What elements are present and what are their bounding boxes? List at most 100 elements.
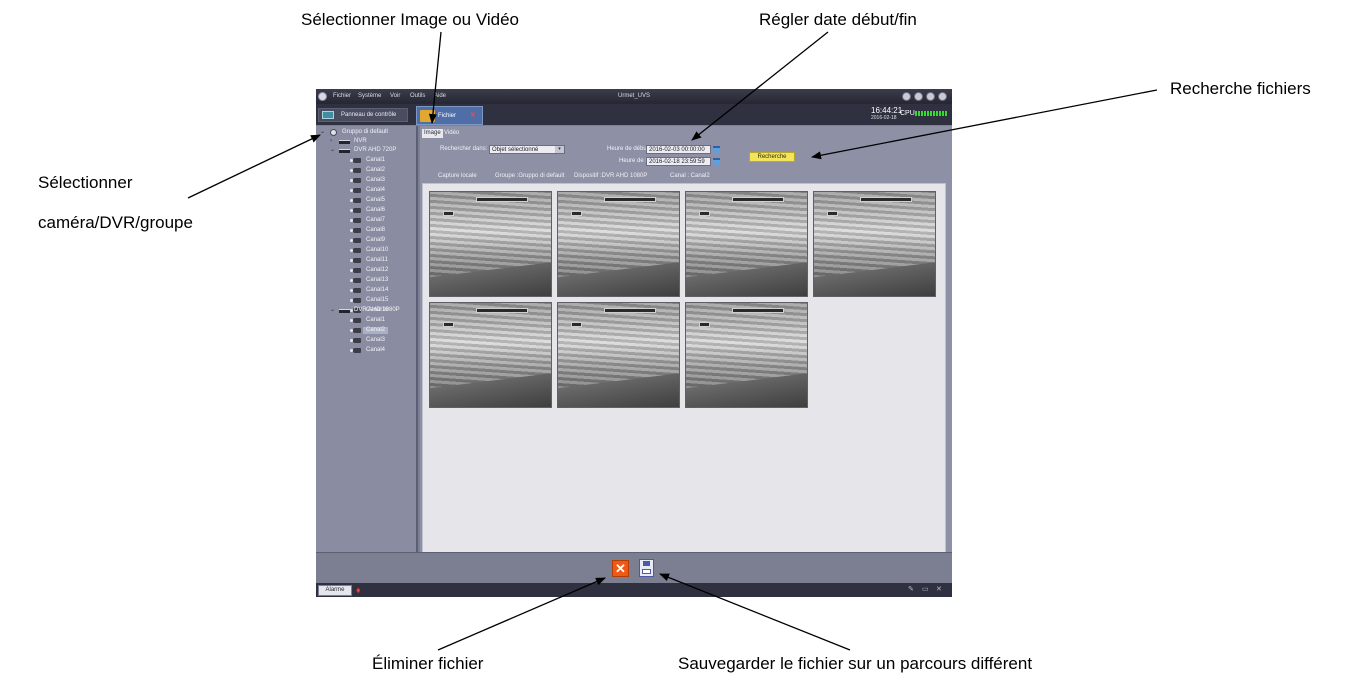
callout-search-files: Recherche fichiers: [1170, 79, 1311, 98]
tree-node-channel[interactable]: Canal11: [316, 257, 416, 265]
tree-label-channel: Canal11: [366, 257, 388, 263]
alarm-tab[interactable]: Alarme: [318, 585, 352, 596]
calendar-icon[interactable]: [713, 158, 720, 165]
tree-node-dvr-1080p[interactable]: ⌄ DVR AHD 1080P: [316, 307, 416, 315]
camera-icon: [350, 198, 361, 203]
camera-icon: [350, 158, 361, 163]
tab-panneau-de-controle[interactable]: Panneau de contrôle: [318, 108, 408, 122]
menu-fichier[interactable]: Fichier: [333, 93, 351, 99]
app-logo-icon[interactable]: [318, 92, 327, 101]
tree-label-channel: Canal3: [366, 177, 386, 183]
tab-video[interactable]: Vidéo: [442, 129, 461, 138]
tree-node-channel[interactable]: Canal1: [316, 157, 416, 165]
chevron-down-icon[interactable]: ▾: [555, 146, 564, 153]
tree-node-channel[interactable]: Canal14: [316, 287, 416, 295]
tree-node-channel[interactable]: Canal12: [316, 267, 416, 275]
tree-node-channel[interactable]: Canal4: [316, 347, 416, 355]
device-tree: ⌄ Gruppo di default › NVR ⌄ DVR AHD 720P…: [316, 126, 418, 552]
timestamp-overlay: [476, 308, 528, 313]
tree-node-channel[interactable]: Canal4: [316, 187, 416, 195]
start-time-field[interactable]: 2016-02-03 00:00:00: [646, 145, 711, 154]
close-icon[interactable]: ✕: [936, 586, 942, 594]
chevron-right-icon[interactable]: ›: [330, 138, 332, 145]
pin-icon[interactable]: ✎: [908, 586, 914, 594]
calendar-icon[interactable]: [713, 146, 720, 153]
tree-label-channel: Canal13: [366, 277, 389, 283]
channel-overlay: [571, 322, 582, 327]
camera-icon: [350, 258, 361, 263]
chevron-down-icon[interactable]: ⌄: [330, 307, 335, 314]
tree-node-channel[interactable]: Canal1: [316, 317, 416, 325]
channel-overlay: [443, 322, 454, 327]
timestamp-overlay: [732, 197, 784, 202]
tree-node-channel[interactable]: Canal2: [316, 167, 416, 175]
chevron-down-icon[interactable]: ⌄: [330, 147, 335, 154]
search-in-value: Objet sélectionné: [492, 147, 539, 153]
clock-date: 2016-02-18: [871, 115, 897, 121]
camera-icon: [350, 188, 361, 193]
module-tab-bar: Panneau de contrôle Fichier ✖ 16:44:21 2…: [316, 104, 952, 125]
search-button[interactable]: Recherche: [749, 152, 795, 162]
image-thumbnail[interactable]: [557, 191, 680, 297]
tree-label-dvr-720p: DVR AHD 720P: [354, 147, 397, 153]
thumbnail-floor: [430, 373, 551, 407]
menu-systeme[interactable]: Système: [358, 93, 381, 99]
tree-node-channel[interactable]: Canal15: [316, 297, 416, 305]
tree-node-channel[interactable]: Canal7: [316, 217, 416, 225]
tree-node-group[interactable]: ⌄ Gruppo di default: [316, 129, 416, 137]
tree-node-channel[interactable]: Canal5: [316, 197, 416, 205]
thumbnail-floor: [430, 262, 551, 296]
image-thumbnail[interactable]: [557, 302, 680, 408]
thumbnail-floor: [814, 262, 935, 296]
tree-node-channel[interactable]: Canal10: [316, 247, 416, 255]
tree-label-channel: Canal4: [366, 187, 386, 193]
save-icon: [643, 561, 650, 566]
menu-outils[interactable]: Outils: [410, 93, 425, 99]
tree-node-channel[interactable]: Canal2: [316, 327, 416, 335]
minimize-icon[interactable]: [914, 92, 923, 101]
tree-node-dvr-720p[interactable]: ⌄ DVR AHD 720P: [316, 147, 416, 155]
tree-node-channel[interactable]: Canal3: [316, 337, 416, 345]
thumbnail-floor: [686, 262, 807, 296]
tab-fichier[interactable]: Fichier ✖: [416, 106, 483, 125]
image-thumbnail[interactable]: [429, 302, 552, 408]
save-file-button[interactable]: [639, 559, 654, 577]
lock-icon[interactable]: [902, 92, 911, 101]
delete-file-button[interactable]: ✕: [612, 560, 629, 577]
menu-aide[interactable]: Aide: [434, 93, 446, 99]
tree-node-channel[interactable]: Canal9: [316, 237, 416, 245]
callout-set-dates: Régler date début/fin: [759, 10, 917, 29]
tree-label-channel: Canal8: [366, 227, 386, 233]
image-thumbnail[interactable]: [685, 191, 808, 297]
status-bar: Alarme ♦ ✎ ▭ ✕: [316, 583, 952, 597]
camera-icon: [350, 348, 361, 353]
callout-save-file: Sauvegarder le fichier sur un parcours d…: [678, 654, 1033, 673]
tree-node-channel[interactable]: Canal13: [316, 277, 416, 285]
image-thumbnail[interactable]: [813, 191, 936, 297]
close-icon[interactable]: [938, 92, 947, 101]
chevron-down-icon[interactable]: ⌄: [320, 129, 325, 136]
window-icon[interactable]: ▭: [922, 586, 929, 594]
image-thumbnail[interactable]: [429, 191, 552, 297]
tab-image[interactable]: Image: [422, 129, 443, 138]
dvr-icon: [339, 309, 350, 313]
search-in-select[interactable]: Objet sélectionné ▾: [489, 145, 565, 154]
tree-node-channel[interactable]: Canal8: [316, 227, 416, 235]
tree-label-channel: Canal1: [366, 317, 386, 323]
tree-node-nvr[interactable]: › NVR: [316, 138, 416, 146]
tree-node-channel[interactable]: Canal6: [316, 207, 416, 215]
channel-overlay: [571, 211, 582, 216]
tree-node-channel[interactable]: Canal3: [316, 177, 416, 185]
save-icon-label: [642, 569, 651, 574]
camera-icon: [350, 248, 361, 253]
camera-icon: [350, 208, 361, 213]
thumbnail-floor: [558, 262, 679, 296]
image-gallery: [422, 183, 946, 553]
menu-voir[interactable]: Voir: [390, 93, 400, 99]
image-thumbnail[interactable]: [685, 302, 808, 408]
maximize-icon[interactable]: [926, 92, 935, 101]
end-time-field[interactable]: 2016-02-18 23:59:59: [646, 157, 711, 166]
tab-close-icon[interactable]: ✖: [470, 112, 476, 120]
info-capture: Capture locale: [438, 173, 477, 179]
alarm-icon[interactable]: ♦: [356, 585, 361, 595]
